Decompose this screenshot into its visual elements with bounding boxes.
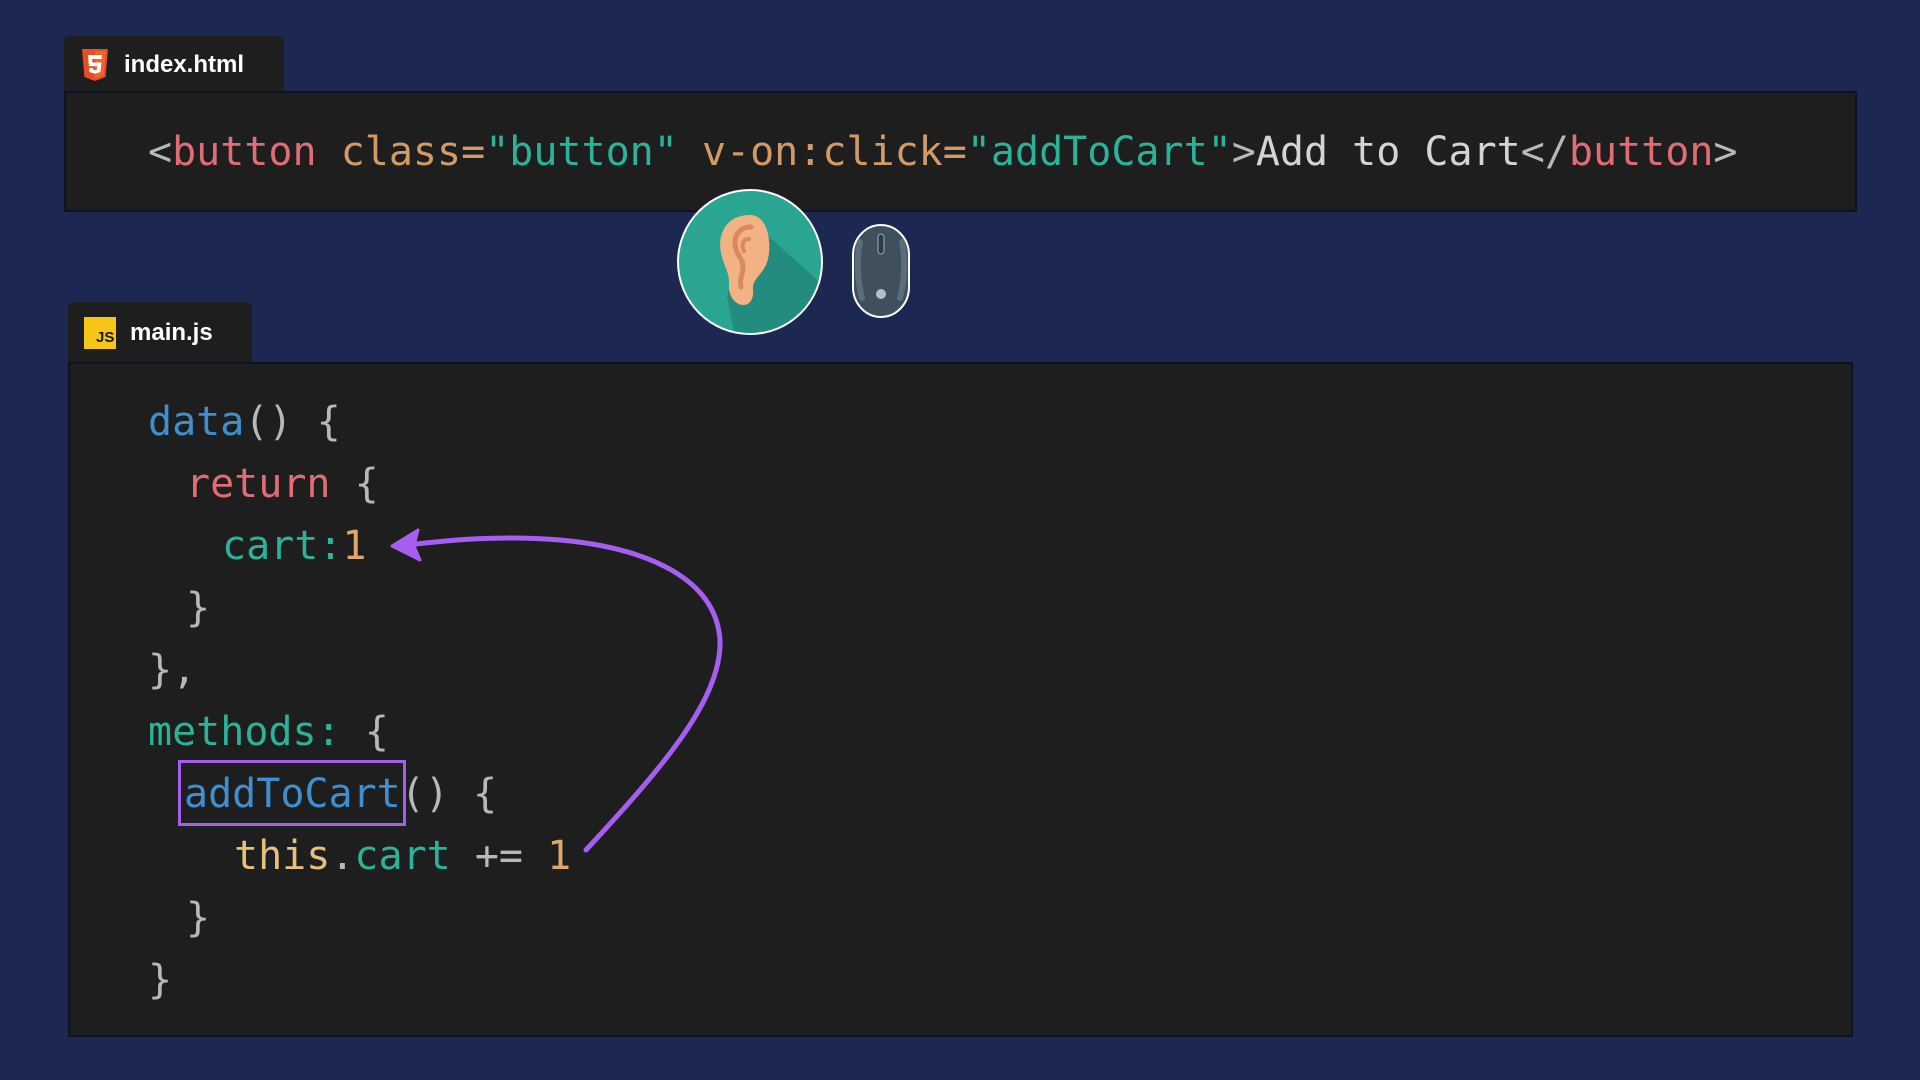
- tab-label: main.js: [130, 319, 213, 346]
- html5-icon: [80, 48, 110, 82]
- mouse-icon: [850, 222, 912, 320]
- tab-label: index.html: [124, 51, 245, 78]
- addtocart-highlight-box: [178, 760, 406, 826]
- tab-index-html[interactable]: index.html: [64, 36, 284, 94]
- tab-main-js[interactable]: JS main.js: [68, 302, 252, 364]
- code-line-1: data() {: [148, 399, 341, 445]
- code-line-2: return {: [186, 461, 379, 507]
- code-line-9: }: [186, 895, 211, 941]
- ear-icon: [675, 187, 825, 337]
- slide: index.html <button class="button" v-on:c…: [0, 0, 1920, 1080]
- code-line-4: }: [186, 585, 211, 631]
- code-line-10: }: [148, 957, 173, 1003]
- code-line-3: cart:1: [222, 523, 367, 569]
- js-badge-text: JS: [96, 328, 115, 346]
- code-line-6: methods: {: [148, 709, 389, 755]
- javascript-icon: JS: [84, 317, 116, 349]
- html-code-line: <button class="button" v-on:click="addTo…: [148, 129, 1738, 175]
- code-line-5: },: [148, 647, 197, 693]
- code-line-8: this.cart += 1: [234, 833, 572, 879]
